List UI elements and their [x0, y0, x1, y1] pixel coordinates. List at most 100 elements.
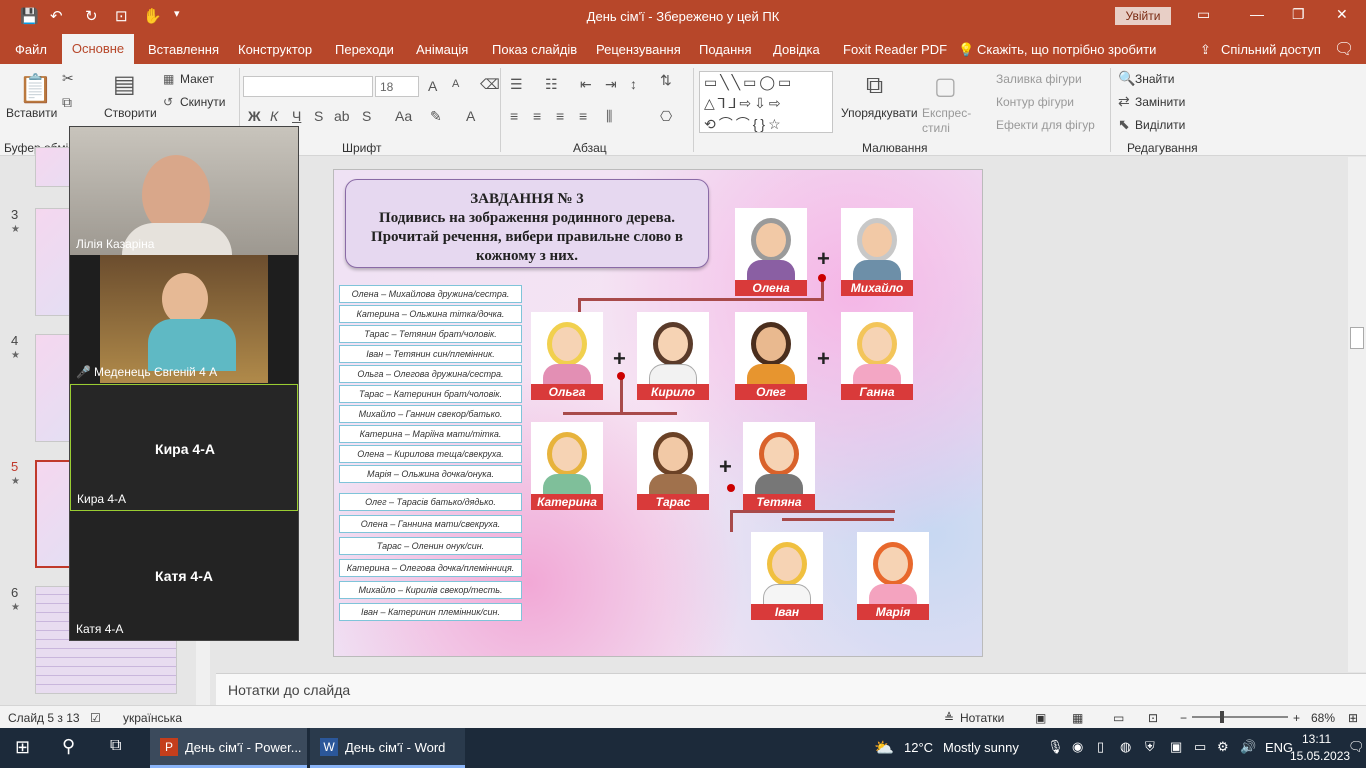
tab-file[interactable]: Файл [15, 42, 47, 57]
copy-icon[interactable]: ⧉ [62, 94, 72, 111]
participant-video[interactable]: Кира 4-А Кира 4-А [70, 384, 298, 511]
slide-canvas[interactable]: ЗАВДАННЯ № 3 Подивись на зображення роди… [333, 169, 983, 657]
align-right-icon[interactable]: ≡ [556, 108, 564, 124]
participant-video[interactable]: 🎤 Меденець Євгеній 4 А [70, 255, 298, 383]
text-direction-icon[interactable]: ⇅ [660, 72, 672, 89]
tab-slideshow[interactable]: Показ слайдів [492, 42, 577, 57]
shape-effects-button[interactable]: Ефекти для фігур [996, 118, 1095, 132]
weather-text[interactable]: Mostly sunny [943, 740, 1019, 755]
zoom-tray-icon[interactable]: ◉ [1072, 739, 1083, 755]
numbering-icon[interactable]: ☷ [545, 76, 558, 93]
layout-button[interactable]: Макет [180, 72, 214, 86]
tab-animation[interactable]: Анімація [416, 42, 468, 57]
decrease-indent-icon[interactable]: ⇤ [580, 76, 592, 93]
reading-view-icon[interactable]: ▭ [1113, 711, 1124, 725]
notes-toggle[interactable]: Нотатки [960, 711, 1004, 725]
new-slide-icon[interactable]: ▤ [113, 70, 136, 99]
spellcheck-icon[interactable]: ☑ [90, 711, 101, 725]
clock-date[interactable]: 15.05.2023 [1290, 749, 1350, 763]
font-name-field[interactable] [243, 76, 373, 97]
taskbar-word[interactable]: W День сім'ї - Word [310, 728, 465, 768]
task-view-icon[interactable]: ⧉ [110, 737, 121, 755]
shape-outline-button[interactable]: Контур фігури [996, 95, 1074, 109]
tab-insert[interactable]: Вставлення [148, 42, 219, 57]
find-button[interactable]: Знайти [1135, 72, 1174, 86]
normal-view-icon[interactable]: ▣ [1035, 711, 1046, 725]
tab-review[interactable]: Рецензування [596, 42, 681, 57]
windows-start-icon[interactable]: ⊞ [15, 737, 30, 758]
font-color-icon[interactable]: A [466, 108, 475, 124]
zoom-slider[interactable] [1192, 716, 1288, 718]
paste-button[interactable]: Вставити [6, 106, 57, 120]
close-icon[interactable]: ✕ [1336, 6, 1348, 23]
italic-button[interactable]: К [270, 108, 278, 124]
taskbar-powerpoint[interactable]: P День сім'ї - Power... [150, 728, 307, 768]
shadow-icon[interactable]: S [362, 108, 371, 124]
line-spacing-icon[interactable]: ↕ [630, 76, 637, 92]
settings-tray-icon[interactable]: ⚙ [1217, 739, 1229, 755]
cut-icon[interactable]: ✂ [62, 70, 74, 87]
tab-design[interactable]: Конструктор [238, 42, 312, 57]
sorter-view-icon[interactable]: ▦ [1072, 711, 1083, 725]
volume-icon[interactable]: 🔊 [1240, 739, 1256, 755]
char-spacing-icon[interactable]: ab [334, 108, 350, 124]
font-size-field[interactable]: 18 [375, 76, 419, 97]
notes-placeholder[interactable]: Нотатки до слайда [228, 682, 350, 698]
slideshow-view-icon[interactable]: ⊡ [1148, 711, 1158, 725]
vertical-scrollbar[interactable] [1348, 157, 1366, 672]
smartart-icon[interactable]: ⎔ [660, 108, 672, 125]
search-icon[interactable]: ⚲ [62, 736, 75, 757]
ribbon-display-icon[interactable]: ▭ [1197, 6, 1210, 23]
columns-icon[interactable]: ⫼ [606, 108, 612, 125]
increase-indent-icon[interactable]: ⇥ [605, 76, 617, 93]
clear-format-icon[interactable]: ⌫ [480, 76, 500, 93]
tray-app-icon[interactable]: ▣ [1170, 739, 1182, 755]
weather-icon[interactable]: ⛅ [874, 738, 894, 758]
participant-video[interactable]: Катя 4-А Катя 4-А [70, 512, 298, 640]
align-center-icon[interactable]: ≡ [533, 108, 541, 124]
tab-view[interactable]: Подання [699, 42, 752, 57]
tab-transitions[interactable]: Переходи [335, 42, 394, 57]
fit-slide-icon[interactable]: ⊞ [1348, 711, 1358, 725]
select-button[interactable]: Виділити [1135, 118, 1185, 132]
tab-home[interactable]: Основне [62, 34, 134, 64]
bold-button[interactable]: Ж [248, 108, 261, 124]
share-button[interactable]: Спільний доступ [1221, 42, 1321, 57]
comments-icon[interactable]: 🗨 [1334, 39, 1354, 59]
highlight-icon[interactable]: ✎ [430, 108, 442, 125]
shapes-gallery[interactable]: ▭╲╲▭◯▭ △⅂⅃⇨⇩⇨ ⟲⌒⌒{}☆ [699, 71, 833, 133]
usb-icon[interactable]: ▯ [1097, 739, 1104, 755]
maximize-icon[interactable]: ❐ [1292, 6, 1305, 23]
tab-foxit[interactable]: Foxit Reader PDF [843, 42, 947, 57]
zoom-in-icon[interactable]: + [1293, 711, 1300, 725]
paste-icon[interactable]: 📋 [18, 72, 53, 105]
shrink-font-icon[interactable]: A [452, 78, 459, 90]
network-icon[interactable]: ▭ [1194, 739, 1206, 755]
participant-video[interactable]: Лілія Казаріна [70, 127, 298, 255]
input-language[interactable]: ENG [1265, 740, 1293, 755]
tell-me-search[interactable]: Скажіть, що потрібно зробити [977, 42, 1156, 57]
reset-button[interactable]: Скинути [180, 95, 225, 109]
scroll-thumb[interactable] [1350, 327, 1364, 349]
justify-icon[interactable]: ≡ [579, 108, 587, 124]
quick-styles-button[interactable]: Експрес-стилі [922, 106, 972, 136]
shape-fill-button[interactable]: Заливка фігури [996, 72, 1082, 86]
weather-temp[interactable]: 12°C [904, 740, 933, 755]
clock-time[interactable]: 13:11 [1302, 732, 1331, 746]
align-left-icon[interactable]: ≡ [510, 108, 518, 124]
sign-in-button[interactable]: Увійти [1115, 7, 1171, 25]
tab-help[interactable]: Довідка [773, 42, 820, 57]
language-indicator[interactable]: українська [123, 711, 182, 725]
tray-app-icon[interactable]: ◍ [1120, 739, 1131, 755]
arrange-button[interactable]: Упорядкувати [841, 106, 918, 120]
notes-pane[interactable]: Нотатки до слайда [216, 673, 1366, 705]
strike-button[interactable]: S [314, 108, 323, 124]
case-icon[interactable]: Aa [395, 108, 412, 124]
grow-font-icon[interactable]: A [428, 78, 437, 94]
zoom-slider-thumb[interactable] [1220, 711, 1224, 723]
replace-button[interactable]: Замінити [1135, 95, 1185, 109]
microphone-icon[interactable]: 🎙 [1047, 739, 1064, 755]
shield-icon[interactable]: ⛨ [1145, 739, 1155, 755]
minimize-icon[interactable]: — [1250, 6, 1264, 22]
notifications-icon[interactable]: 🗨 [1348, 739, 1365, 755]
